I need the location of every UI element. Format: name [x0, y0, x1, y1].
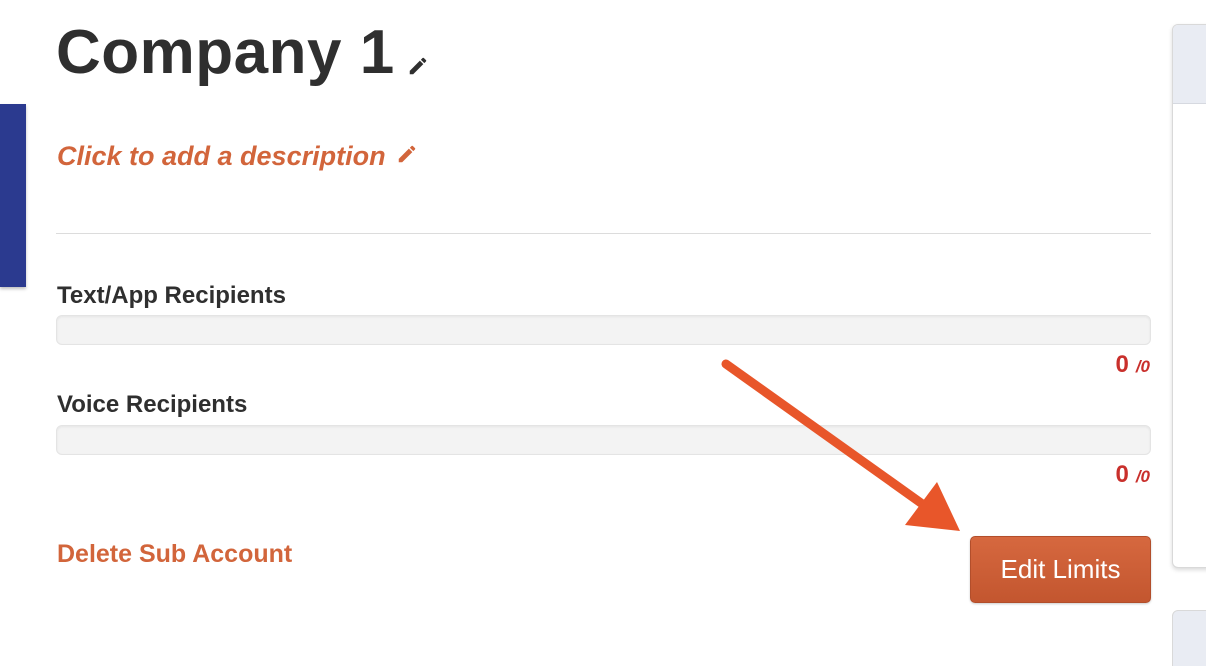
text-app-recipients-progress-bar [56, 315, 1151, 345]
voice-recipients-label: Voice Recipients [57, 391, 248, 418]
divider [56, 233, 1151, 234]
page-title: Company 1 [56, 18, 395, 87]
right-side-panel [1172, 24, 1206, 568]
voice-recipients-count: 0 /0 [1115, 461, 1150, 489]
voice-recipients-progress-bar [56, 425, 1151, 455]
title-row: Company 1 [56, 22, 429, 84]
pencil-icon [396, 141, 418, 172]
right-side-panel-lower [1172, 610, 1206, 666]
pencil-icon[interactable] [407, 55, 429, 82]
used-count: 0 [1115, 461, 1129, 488]
text-app-recipients-label: Text/App Recipients [57, 282, 286, 309]
right-panel-header [1173, 25, 1206, 104]
text-app-recipients-count: 0 /0 [1115, 351, 1150, 379]
used-count: 0 [1115, 351, 1129, 378]
description-link[interactable]: Click to add a description [57, 141, 418, 172]
edit-limits-button[interactable]: Edit Limits [970, 536, 1151, 603]
side-tab[interactable] [0, 104, 26, 287]
limit-count: /0 [1135, 357, 1150, 376]
sub-account-page: Company 1 Click to add a description Tex… [0, 0, 1206, 666]
delete-sub-account-link[interactable]: Delete Sub Account [57, 540, 292, 569]
description-text: Click to add a description [57, 141, 386, 171]
limit-count: /0 [1135, 467, 1150, 486]
